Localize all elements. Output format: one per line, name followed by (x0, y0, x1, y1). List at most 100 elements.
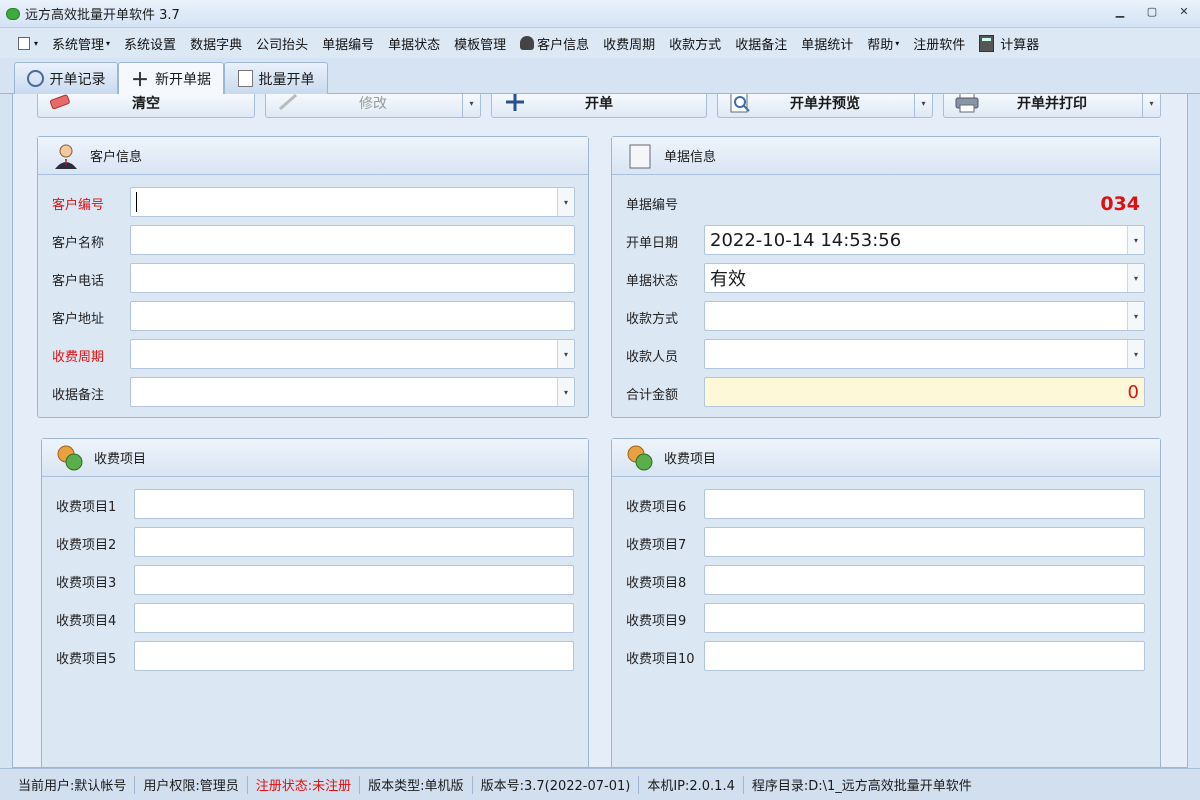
divider (471, 775, 473, 794)
text-cursor (136, 192, 137, 212)
fee-item-row: 收费项目6 (612, 489, 1160, 519)
chevron-down-icon[interactable]: ▾ (1127, 340, 1144, 368)
printer-icon (955, 94, 979, 113)
maximize-icon[interactable]: ▢ (1144, 4, 1160, 20)
menu-customer-info[interactable]: 客户信息 (520, 34, 589, 53)
menu-system-settings[interactable]: 系统设置 (124, 34, 176, 53)
window-controls: ▁ ▢ ✕ (1112, 4, 1192, 20)
bill-status-combo[interactable]: 有效 ▾ (704, 263, 1145, 293)
print-dropdown-arrow[interactable]: ▾ (1142, 94, 1160, 117)
fee-item-7-input[interactable] (704, 527, 1145, 557)
chevron-down-icon[interactable]: ▾ (557, 188, 574, 216)
total-amount-row: 合计金额 0 (612, 377, 1160, 407)
divider (742, 775, 744, 794)
fee-item-row: 收费项目5 (42, 641, 588, 671)
fee-items-panel-left: 收费项目 收费项目1 收费项目2 收费项目3 收费项目4 收费项目5 (41, 438, 589, 767)
menu-data-dictionary[interactable]: 数据字典 (190, 34, 242, 53)
divider (638, 775, 640, 794)
menu-system-manage[interactable]: 系统管理 ▾ (52, 34, 110, 53)
fee-item-4-input[interactable] (134, 603, 574, 633)
payee-combo[interactable]: ▾ (704, 339, 1145, 369)
status-current-user: 当前用户:默认帐号 (18, 779, 127, 794)
tab-new-bill[interactable]: ＋ 新开单据 (118, 62, 224, 95)
edit-dropdown-arrow[interactable]: ▾ (462, 94, 480, 117)
customer-address-row: 客户地址 (38, 301, 588, 331)
status-program-dir: 程序目录:D:\1_远方高效批量开单软件 (751, 779, 972, 794)
menu-doc-dropdown[interactable]: ▾ (18, 36, 38, 50)
bill-status-row: 单据状态 有效 ▾ (612, 263, 1160, 293)
fee-item-2-input[interactable] (134, 527, 574, 557)
menu-bill-numbering[interactable]: 单据编号 (322, 34, 374, 53)
close-icon[interactable]: ✕ (1176, 4, 1192, 20)
chevron-down-icon[interactable]: ▾ (1127, 264, 1144, 292)
fee-item-3-input[interactable] (134, 565, 574, 595)
plus-icon: ＋ (131, 70, 149, 91)
create-bill-button[interactable]: 开单 (491, 94, 707, 118)
menu-bill-status[interactable]: 单据状态 (388, 34, 440, 53)
fee-item-8-input[interactable] (704, 565, 1145, 595)
chevron-down-icon[interactable]: ▾ (557, 378, 574, 406)
coins-icon (627, 445, 653, 470)
create-preview-button[interactable]: 开单并预览 ▾ (717, 94, 933, 118)
fee-item-row: 收费项目3 (42, 565, 588, 595)
bill-info-panel: 单据信息 单据编号 034 开单日期 2022-10-14 14:53:56 ▾ … (611, 136, 1161, 418)
plus-icon (506, 94, 524, 111)
menu-template-manage[interactable]: 模板管理 (454, 34, 506, 53)
create-print-button[interactable]: 开单并打印 ▾ (943, 94, 1161, 118)
menu-fee-cycle[interactable]: 收费周期 (603, 34, 655, 53)
payment-method-combo[interactable]: ▾ (704, 301, 1145, 331)
menu-receipt-notes[interactable]: 收据备注 (735, 34, 787, 53)
fee-items-header-right: 收费项目 (612, 439, 1160, 477)
minimize-icon[interactable]: ▁ (1112, 4, 1128, 20)
customer-address-input[interactable] (130, 301, 575, 331)
new-bill-content: 清空 修改 ▾ 开单 开单并预览 ▾ 开单并打印 ▾ 客户信息 客户编号 ▾ 客… (12, 94, 1188, 768)
fee-item-9-input[interactable] (704, 603, 1145, 633)
bill-number-value: 034 (1100, 193, 1140, 215)
customer-id-combo[interactable]: ▾ (130, 187, 575, 217)
preview-dropdown-arrow[interactable]: ▾ (914, 94, 932, 117)
fee-item-row: 收费项目4 (42, 603, 588, 633)
status-registration: 注册状态:未注册 (255, 779, 352, 794)
edit-button[interactable]: 修改 ▾ (265, 94, 481, 118)
menu-bill-statistics[interactable]: 单据统计 (801, 34, 853, 53)
window-title: 远方高效批量开单软件 3.7 (25, 8, 180, 23)
customer-name-row: 客户名称 (38, 225, 588, 255)
batch-doc-icon (237, 70, 253, 87)
bill-info-header: 单据信息 (612, 137, 1160, 175)
calculator-icon (979, 34, 995, 52)
fee-items-panel-right: 收费项目 收费项目6 收费项目7 收费项目8 收费项目9 收费项目10 (611, 438, 1161, 767)
user-icon (520, 36, 535, 50)
eraser-icon (49, 94, 70, 110)
menu-calculator[interactable]: 计算器 (979, 34, 1039, 53)
pencil-icon (279, 94, 297, 111)
menu-company-header[interactable]: 公司抬头 (256, 34, 308, 53)
fee-item-6-input[interactable] (704, 489, 1145, 519)
fee-item-row: 收费项目2 (42, 527, 588, 557)
fee-item-5-input[interactable] (134, 641, 574, 671)
customer-info-header: 客户信息 (38, 137, 588, 175)
menu-payment-method[interactable]: 收款方式 (669, 34, 721, 53)
clear-button[interactable]: 清空 (37, 94, 255, 118)
fee-item-1-input[interactable] (134, 489, 574, 519)
fee-item-10-input[interactable] (704, 641, 1145, 671)
tab-batch-bill[interactable]: 批量开单 (224, 62, 328, 94)
chevron-down-icon[interactable]: ▾ (1127, 302, 1144, 330)
divider (134, 775, 136, 794)
tab-bill-records[interactable]: 开单记录 (14, 62, 118, 94)
customer-name-input[interactable] (130, 225, 575, 255)
coins-icon (57, 445, 83, 470)
customer-phone-input[interactable] (130, 263, 575, 293)
divider (359, 775, 361, 794)
menu-register[interactable]: 注册软件 (913, 34, 965, 53)
document-icon (18, 36, 30, 50)
fee-item-row: 收费项目1 (42, 489, 588, 519)
preview-icon (730, 94, 750, 113)
bill-date-picker[interactable]: 2022-10-14 14:53:56 ▾ (704, 225, 1145, 255)
chevron-down-icon[interactable]: ▾ (557, 340, 574, 368)
fee-cycle-row: 收费周期 ▾ (38, 339, 588, 369)
chevron-down-icon[interactable]: ▾ (1127, 226, 1144, 254)
fee-items-header-left: 收费项目 (42, 439, 588, 477)
menu-help[interactable]: 帮助 ▾ (867, 34, 899, 53)
receipt-notes-combo[interactable]: ▾ (130, 377, 575, 407)
fee-cycle-combo[interactable]: ▾ (130, 339, 575, 369)
